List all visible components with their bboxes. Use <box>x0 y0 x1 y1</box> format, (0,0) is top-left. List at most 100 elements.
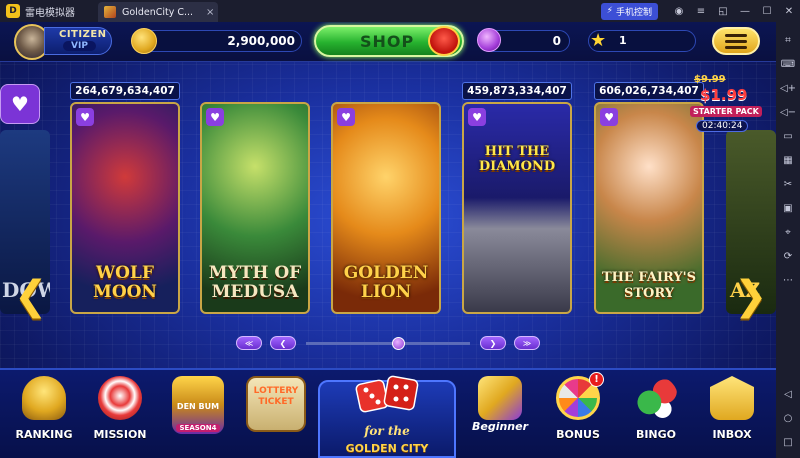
emulator-sidebar: ⌗ ⌨ ◁+ ◁− ▭ ▦ ✂ ▣ ⌖ ⟳ ⋯ ◁ ○ □ <box>776 22 800 458</box>
scissors-icon[interactable]: ✂ <box>779 175 797 193</box>
nav-bonus[interactable]: ! BONUS <box>542 370 614 450</box>
star-value: 1 <box>619 34 627 47</box>
jackpot-counter: 264,679,634,407 <box>70 82 180 100</box>
nav-lottery-ticket[interactable]: LOTTERY TICKET <box>240 370 312 450</box>
nav-label: INBOX <box>712 428 752 441</box>
nav-ranking[interactable]: RANKING <box>8 370 80 450</box>
bottom-navigation: RANKING MISSION DEN BUM SEASON4 LOTTERY … <box>0 368 776 458</box>
starter-pack-offer[interactable]: $9.99 $1.99 STARTER PACK 02:40:24 <box>690 74 762 138</box>
carousel-next-arrow[interactable]: ❯ <box>734 276 768 316</box>
golden-city-button[interactable]: for the GOLDEN CITY <box>318 375 456 458</box>
nav-bingo[interactable]: BINGO <box>620 370 692 450</box>
starter-price: $1.99 <box>700 86 748 104</box>
page-last-button[interactable]: ≫ <box>514 336 540 350</box>
dice-icon <box>355 375 419 413</box>
tab-label: GoldenCity C... <box>122 6 194 18</box>
starter-timer: 02:40:24 <box>696 120 749 132</box>
card-title-line: STORY <box>623 286 675 301</box>
game-card-the-fairys-story[interactable]: ♥ THE FAIRY'S STORY <box>594 102 704 314</box>
home-icon[interactable]: ○ <box>779 409 797 427</box>
page-first-button[interactable]: ≪ <box>236 336 262 350</box>
tab-goldencity[interactable]: GoldenCity C... × <box>98 2 218 22</box>
coin-balance[interactable]: 2,900,000 <box>131 28 302 54</box>
back-icon[interactable]: ◁ <box>779 385 797 403</box>
carousel-prev-arrow[interactable]: ❮ <box>14 276 48 316</box>
restore-icon[interactable]: ◱ <box>712 0 734 22</box>
sync-icon[interactable]: ⟳ <box>779 247 797 265</box>
nav-beginner[interactable]: Beginner <box>464 370 536 450</box>
recent-icon[interactable]: □ <box>779 433 797 451</box>
game-tab-icon <box>104 6 116 18</box>
menu-line <box>725 33 747 37</box>
nav-inbox[interactable]: INBOX <box>696 370 768 450</box>
nav-mission[interactable]: MISSION <box>84 370 156 450</box>
nav-album[interactable]: DEN BUM SEASON4 <box>162 370 234 450</box>
bingo-balls-icon <box>634 376 678 420</box>
game-card-hit-the-diamond[interactable]: ♥ HIT THE DIAMOND <box>462 102 572 314</box>
page-slider-track[interactable] <box>306 337 470 350</box>
heart-icon[interactable]: ♥ <box>600 108 618 126</box>
album-title: DEN BUM <box>176 402 220 411</box>
heart-icon[interactable]: ♥ <box>76 108 94 126</box>
coin-value: 2,900,000 <box>227 34 295 48</box>
top-hud: CITIZEN VIP 2,900,000 SHOP 0 ★ 1 <box>0 22 776 62</box>
location-icon[interactable]: ⌖ <box>779 223 797 241</box>
page-prev-button[interactable]: ❮ <box>270 336 296 350</box>
user-icon[interactable]: ◉ <box>668 0 690 22</box>
game-card-myth-of-medusa[interactable]: ♥ MYTH OF MEDUSA <box>200 102 310 314</box>
card-title-line: MYTH OF <box>208 263 302 283</box>
shop-button[interactable]: SHOP <box>314 25 464 57</box>
phone-control-icon: ⚡ <box>606 6 613 16</box>
menu-icon[interactable]: ≡ <box>690 0 712 22</box>
favorites-button[interactable]: ♥ <box>0 84 40 124</box>
page-slider-thumb[interactable] <box>391 337 405 350</box>
card-title-line: WOLF <box>96 263 154 283</box>
phone-control-label: 手机控制 <box>615 7 652 18</box>
card-title-line: MEDUSA <box>211 282 299 302</box>
page-next-button[interactable]: ❯ <box>480 336 506 350</box>
screen-icon[interactable]: ▭ <box>779 127 797 145</box>
menu-line <box>725 39 747 43</box>
card-title-line: DIAMOND <box>478 159 556 174</box>
maximize-icon[interactable]: ☐ <box>756 0 778 22</box>
emulator-logo-icon: D <box>6 4 20 18</box>
golden-city-subtitle: for the <box>364 424 410 438</box>
apk-icon[interactable]: ▦ <box>779 151 797 169</box>
starter-pack-label: STARTER PACK <box>690 106 762 117</box>
heart-icon[interactable]: ♥ <box>337 108 355 126</box>
card-title-line: HIT THE <box>484 144 550 159</box>
volume-down-icon[interactable]: ◁− <box>779 103 797 121</box>
gem-balance[interactable]: 0 <box>477 28 570 52</box>
keyboard-icon[interactable]: ⌨ <box>779 55 797 73</box>
card-title: WOLF MOON <box>72 264 178 302</box>
gem-icon <box>477 28 501 52</box>
album-icon: DEN BUM SEASON4 <box>172 376 224 434</box>
tab-close-icon[interactable]: × <box>206 7 214 18</box>
heart-icon[interactable]: ♥ <box>468 108 486 126</box>
star-icon: ★ <box>590 30 607 51</box>
jackpot-counter: 606,026,734,407 <box>594 82 704 100</box>
minimize-icon[interactable]: — <box>734 0 756 22</box>
more-icon[interactable]: ⋯ <box>779 271 797 289</box>
volume-up-icon[interactable]: ◁+ <box>779 79 797 97</box>
phone-control-button[interactable]: ⚡ 手机控制 <box>600 2 658 20</box>
heart-icon[interactable]: ♥ <box>206 108 224 126</box>
lottery-label: LOTTERY TICKET <box>253 386 299 407</box>
emulator-title: 雷电模拟器 <box>25 7 75 19</box>
card-title-line: THE FAIRY'S <box>601 270 697 285</box>
album-season-label: SEASON4 <box>176 424 220 432</box>
close-icon[interactable]: ✕ <box>778 0 800 22</box>
game-card-wolf-moon[interactable]: ♥ WOLF MOON <box>70 102 180 314</box>
record-icon[interactable]: ▣ <box>779 199 797 217</box>
player-level-plate[interactable]: CITIZEN VIP <box>44 27 112 55</box>
nav-label: MISSION <box>93 428 147 441</box>
star-level[interactable]: ★ 1 <box>588 30 696 52</box>
lottery-ticket-icon: LOTTERY TICKET <box>246 376 306 432</box>
game-card-golden-lion[interactable]: ♥ GOLDEN LION <box>331 102 441 314</box>
nav-label: BINGO <box>635 428 677 441</box>
jackpot-counter: 459,873,334,407 <box>462 82 572 100</box>
notification-badge: ! <box>589 372 604 387</box>
card-title-line: LION <box>360 282 412 302</box>
hamburger-menu-button[interactable] <box>712 27 760 55</box>
gamepad-icon[interactable]: ⌗ <box>779 31 797 49</box>
